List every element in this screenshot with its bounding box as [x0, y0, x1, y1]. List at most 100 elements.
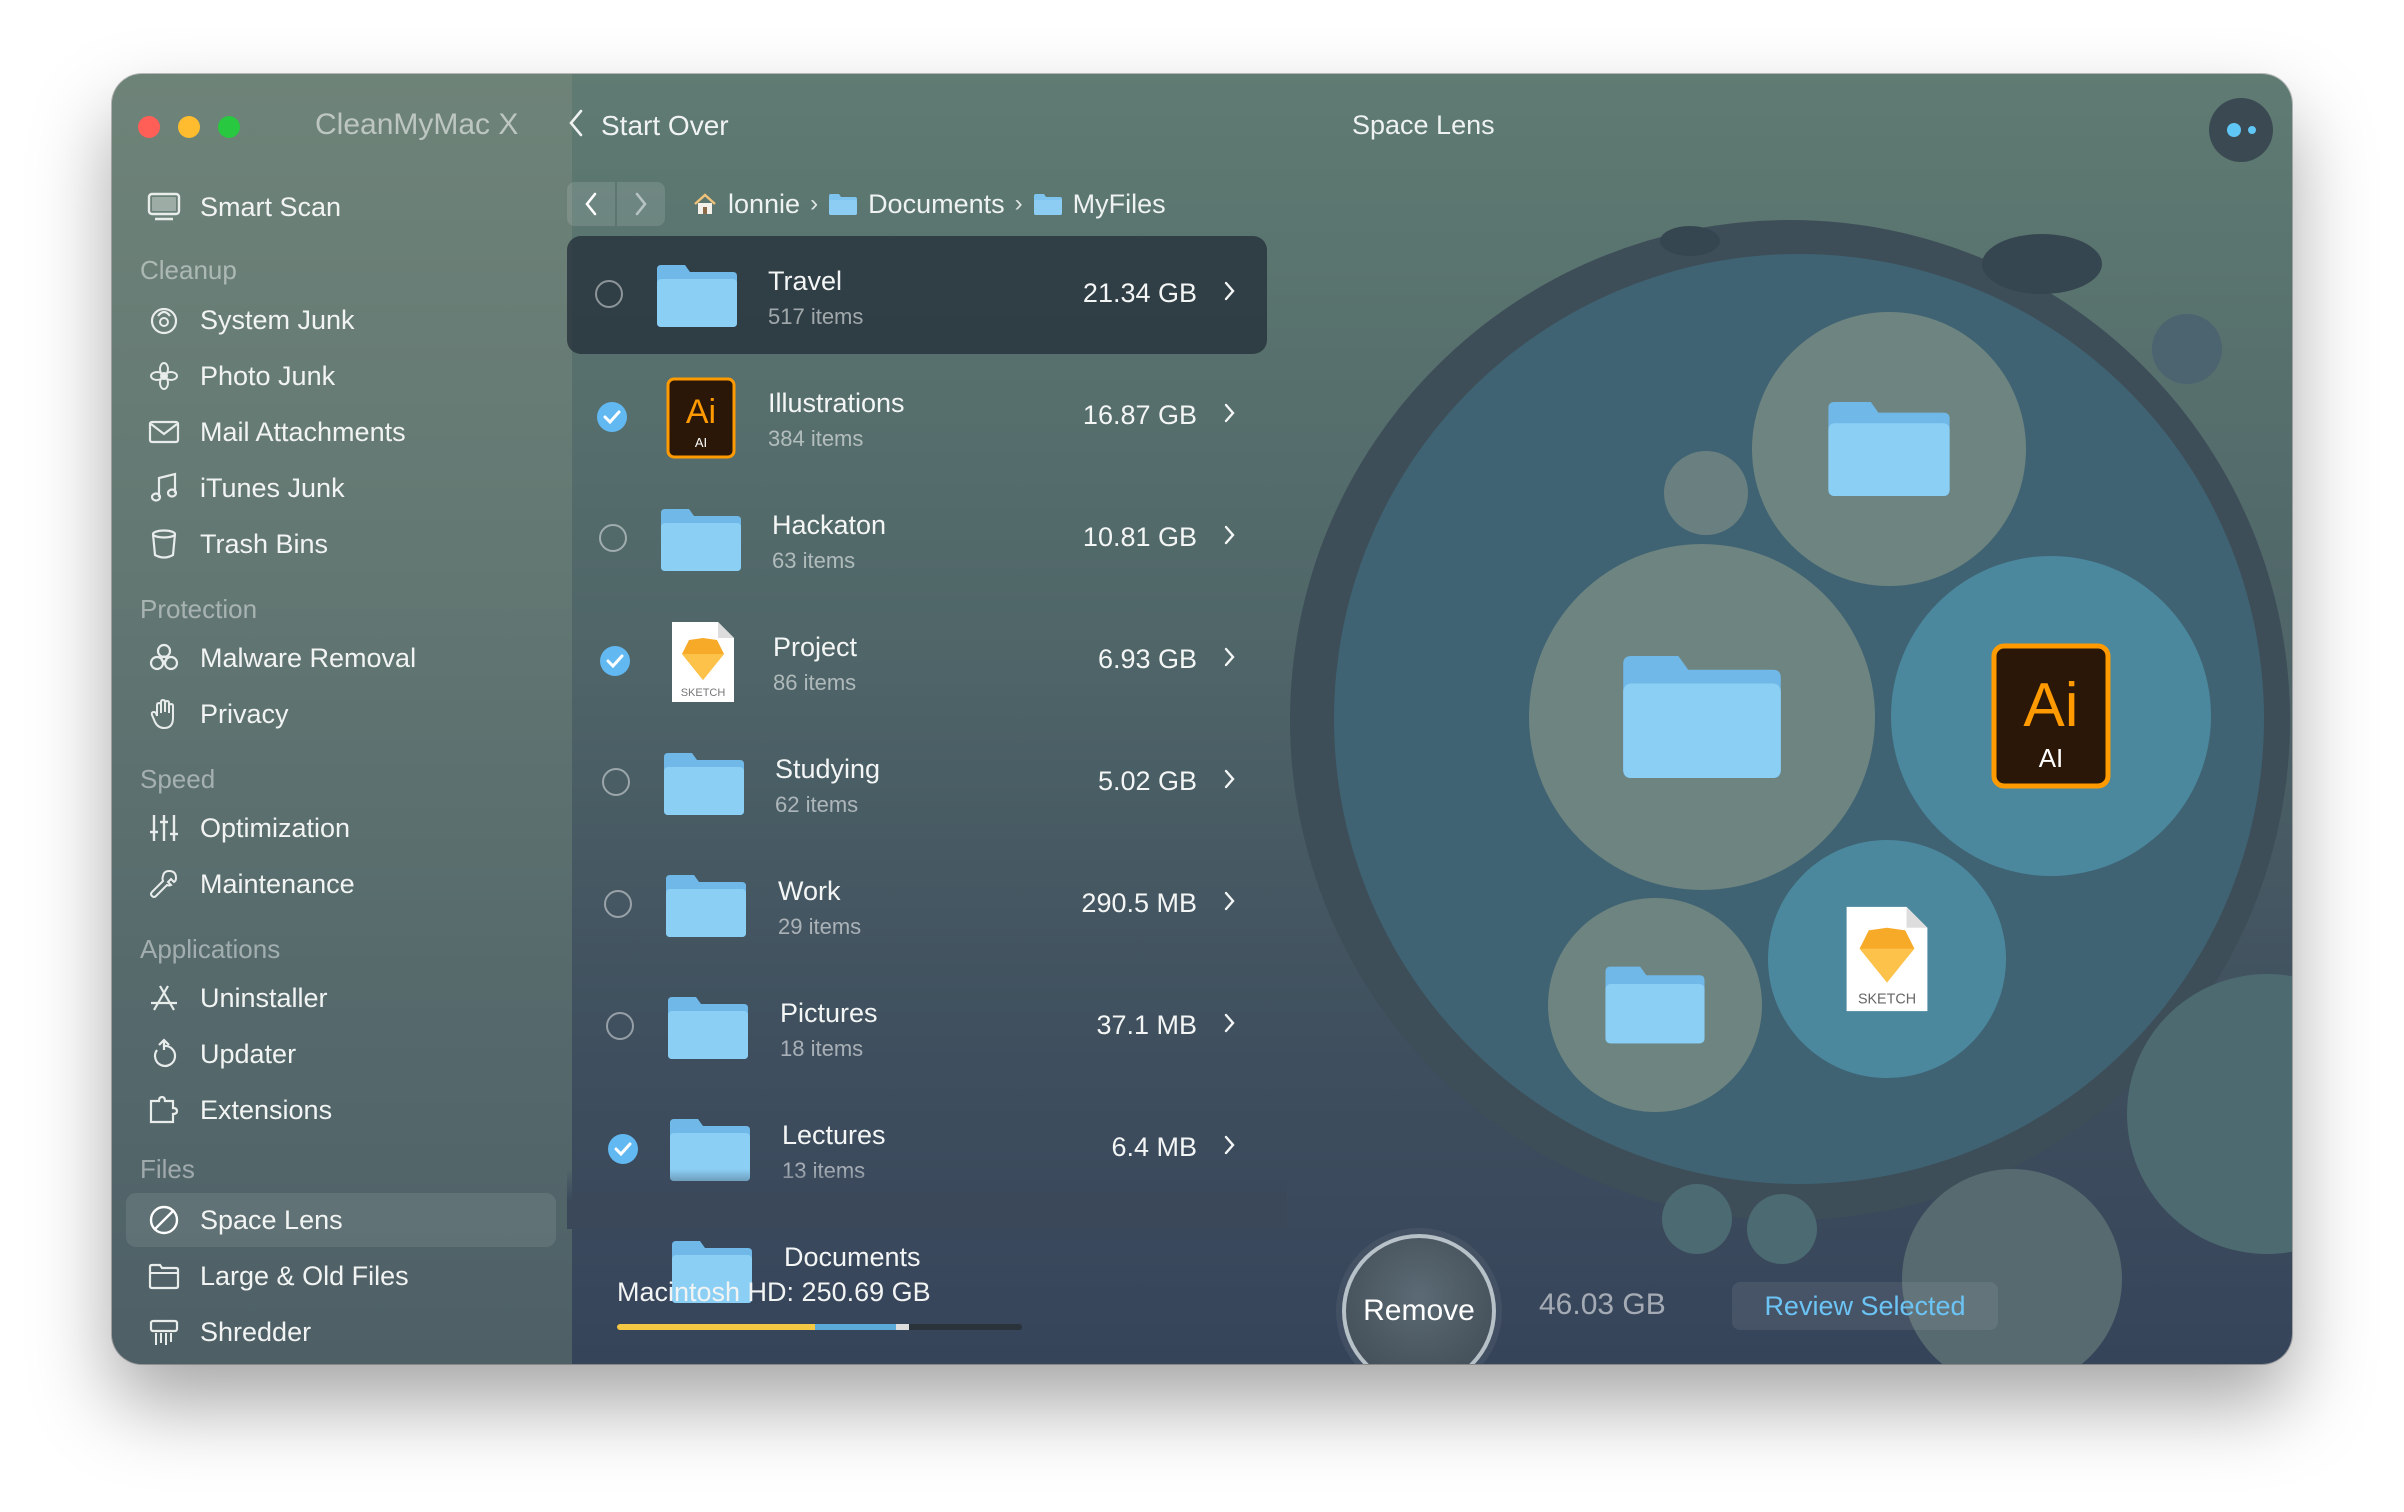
bubble-small [1660, 226, 1720, 256]
bubble-small [1747, 1194, 1817, 1264]
sidebar-item-label: iTunes Junk [200, 472, 345, 503]
row-size: 16.87 GB [1082, 400, 1197, 430]
bubble-illustrations[interactable]: Ai AI [1891, 556, 2211, 876]
row-count: 86 items [773, 670, 857, 695]
folder-icon [664, 864, 748, 948]
minimize-window-button[interactable] [178, 116, 200, 138]
row-name: Work [778, 876, 841, 906]
checkmark-icon [614, 1142, 632, 1156]
disk-label: Macintosh HD: 250.69 GB [617, 1277, 931, 1307]
ai-bubble-big: Ai [2023, 671, 2078, 740]
folder-icon [666, 986, 750, 1070]
start-over-button[interactable]: Start Over [567, 108, 729, 143]
breadcrumb-home[interactable]: lonnie [728, 189, 800, 220]
sliders-icon [144, 808, 184, 848]
row-size: 6.93 GB [1097, 644, 1197, 674]
folder-icon [662, 742, 746, 826]
app-title: CleanMyMac X [315, 108, 519, 141]
bubble-small [2152, 314, 2222, 384]
list-item[interactable]: Travel 517 items 21.34 GB [567, 236, 1267, 354]
app-window: CleanMyMac X Smart Scan Cleanup System J… [112, 74, 2292, 1364]
forward-button[interactable] [617, 182, 665, 226]
bubble-hackaton[interactable] [1529, 544, 1875, 890]
row-radio[interactable] [602, 768, 630, 796]
chevron-right-icon[interactable] [1223, 888, 1237, 919]
chevron-right-icon[interactable] [1223, 400, 1237, 431]
row-radio[interactable] [595, 280, 623, 308]
bubble-project[interactable]: SKETCH [1768, 840, 2006, 1078]
assistant-dot-icon [2247, 126, 2256, 134]
puzzle-icon [144, 1090, 184, 1130]
zoom-window-button[interactable] [218, 116, 240, 138]
disk-segment-selected [815, 1324, 897, 1330]
row-radio[interactable] [599, 524, 627, 552]
remove-button[interactable]: Remove [1342, 1234, 1496, 1364]
chevron-right-icon[interactable] [1223, 1010, 1237, 1041]
chevron-right-icon[interactable] [1223, 278, 1237, 309]
sidebar-item-label: Photo Junk [200, 360, 336, 391]
archive-folder-icon [144, 1256, 184, 1296]
row-checkbox-checked[interactable] [608, 1134, 638, 1164]
remove-label: Remove [1363, 1294, 1475, 1327]
ai-bubble-small: AI [2039, 743, 2064, 773]
trash-bin-icon [144, 524, 184, 564]
history-nav [567, 182, 665, 226]
list-item[interactable]: Documents [567, 1212, 1267, 1330]
chevron-right-icon[interactable] [1223, 522, 1237, 553]
sidebar-item-label: Large & Old Files [200, 1260, 409, 1291]
row-checkbox-checked[interactable] [597, 402, 627, 432]
sidebar-item-label: Extensions [200, 1094, 333, 1125]
row-radio[interactable] [606, 1012, 634, 1040]
review-selected-label: Review Selected [1764, 1290, 1966, 1321]
row-checkbox-checked[interactable] [600, 646, 630, 676]
assistant-button[interactable] [2209, 98, 2273, 162]
section-speed: Speed [140, 764, 216, 794]
row-name: Project [773, 632, 858, 662]
list-item[interactable]: Work 29 items 290.5 MB [567, 846, 1267, 964]
updater-icon [144, 1034, 184, 1074]
breadcrumb-documents[interactable]: Documents [868, 189, 1005, 220]
documents-folder-icon [828, 192, 858, 216]
sidebar-item-label: Mail Attachments [200, 416, 406, 447]
chevron-right-icon: › [810, 190, 819, 217]
app-store-icon [144, 978, 184, 1018]
list-item[interactable]: Studying 62 items 5.02 GB [567, 724, 1267, 842]
disk-usage: Macintosh HD: 250.69 GB [617, 1277, 931, 1308]
list-item[interactable]: Hackaton 63 items 10.81 GB [567, 480, 1267, 598]
sketch-bubble-label: SKETCH [1858, 991, 1916, 1007]
sidebar-item-label: Shredder [200, 1316, 312, 1347]
row-name: Lectures [782, 1120, 886, 1150]
start-over-label: Start Over [601, 109, 729, 141]
sidebar-item-space-lens[interactable]: Space Lens [126, 1193, 556, 1247]
list-item[interactable]: SKETCH Project 86 items 6.93 GB [567, 602, 1267, 720]
home-icon [692, 191, 718, 217]
breadcrumb: lonnie › Documents › MyFiles [692, 184, 1166, 224]
list-item[interactable]: Ai AI Illustrations 384 items 16.87 GB [567, 358, 1267, 476]
chevron-right-icon[interactable] [1223, 766, 1237, 797]
chevron-left-icon [567, 108, 585, 143]
list-item[interactable]: Pictures 18 items 37.1 MB [567, 968, 1267, 1086]
sidebar-item-label: Trash Bins [200, 528, 329, 559]
section-protection: Protection [140, 594, 258, 624]
folder-icon [1033, 192, 1063, 216]
sidebar-item-label: System Junk [200, 304, 355, 335]
bubble-small [1982, 234, 2102, 294]
close-window-button[interactable] [138, 116, 160, 138]
folder-icon [659, 498, 743, 582]
chevron-right-icon[interactable] [1223, 644, 1237, 675]
row-name: Pictures [780, 998, 878, 1028]
list-fade [567, 1169, 1287, 1229]
breadcrumb-myfiles[interactable]: MyFiles [1073, 189, 1166, 220]
row-radio[interactable] [604, 890, 632, 918]
chevron-right-icon[interactable] [1223, 1132, 1237, 1163]
folder-icon [655, 254, 739, 338]
chevron-right-icon: › [1014, 190, 1023, 217]
row-count: 18 items [780, 1036, 864, 1061]
row-count: 384 items [768, 426, 864, 451]
music-note-icon [144, 468, 184, 508]
back-button[interactable] [567, 182, 615, 226]
bubble-studying[interactable] [1548, 898, 1762, 1112]
hand-icon [144, 694, 184, 734]
review-selected-button[interactable]: Review Selected [1732, 1282, 1998, 1330]
aperture-icon [144, 356, 184, 396]
